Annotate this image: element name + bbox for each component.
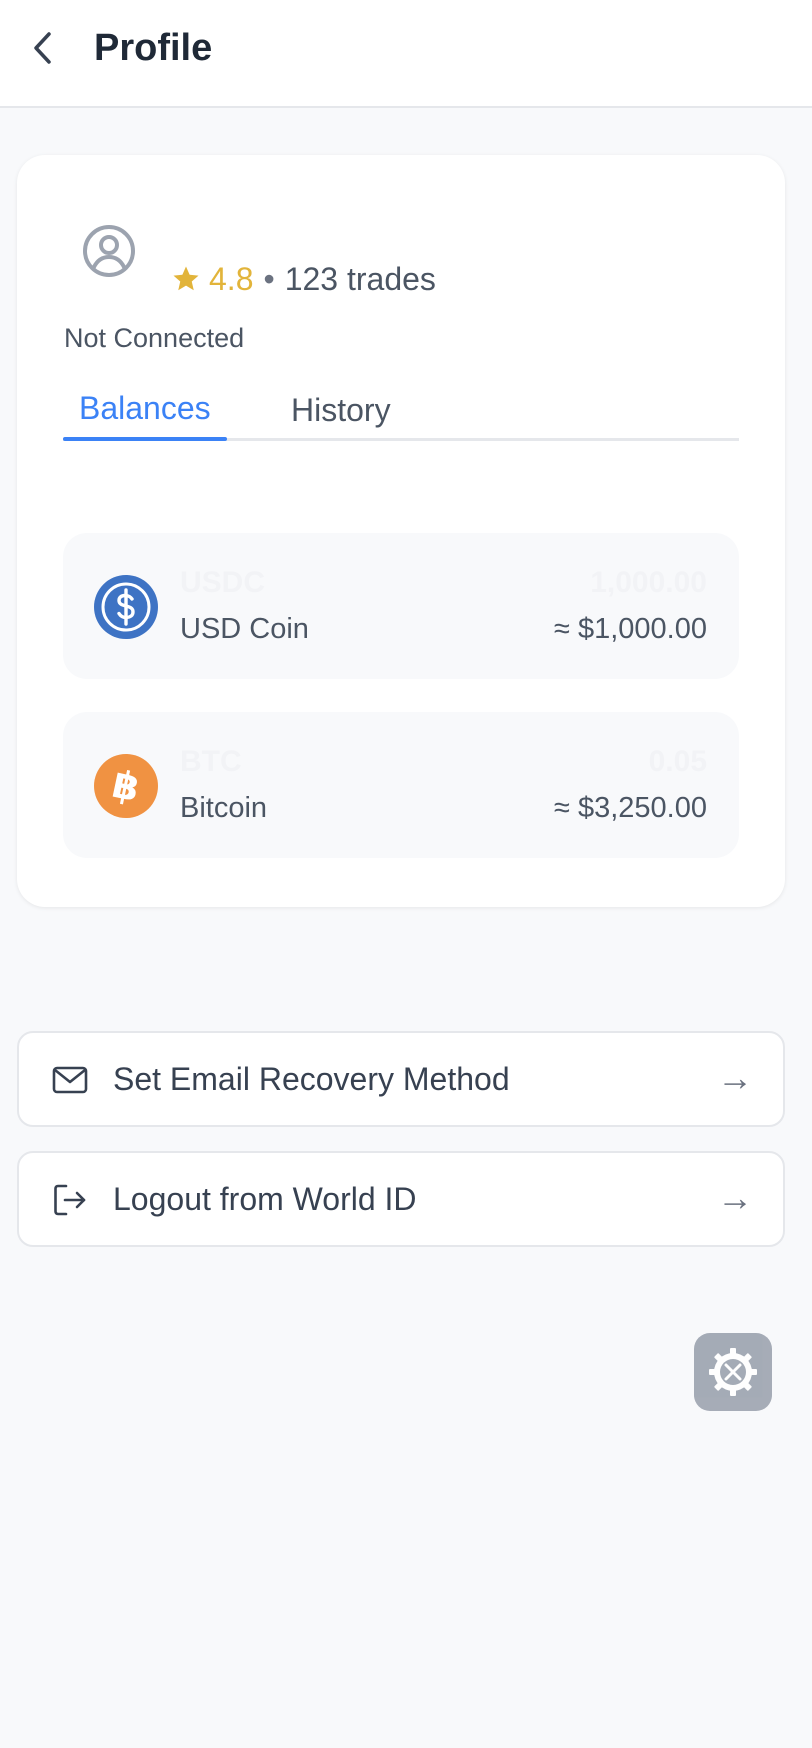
tab-history[interactable]: History: [291, 387, 391, 433]
rating-summary: 4.8 • 123 trades: [171, 259, 436, 299]
asset-fiat-value: ≈ $3,250.00: [554, 792, 707, 824]
bitcoin-icon: ฿: [94, 754, 158, 818]
asset-symbol: BTC: [180, 745, 242, 778]
user-circle-icon: [83, 225, 135, 277]
chevron-left-icon: [34, 32, 51, 64]
dev-tools-button[interactable]: [694, 1333, 772, 1411]
email-recovery-button[interactable]: Set Email Recovery Method →: [17, 1031, 785, 1127]
usdc-icon: [94, 575, 158, 639]
profile-card: 4.8 • 123 trades Not Connected Balances …: [17, 155, 785, 907]
app-header: Profile: [0, 0, 812, 108]
connection-status: Not Connected: [64, 323, 245, 353]
back-button[interactable]: [24, 28, 60, 68]
rating-separator: •: [263, 261, 275, 297]
logout-button[interactable]: Logout from World ID →: [17, 1151, 785, 1247]
balance-item-usdc[interactable]: USDC USD Coin 1,000.00 ≈ $1,000.00: [63, 533, 739, 679]
star-icon: [173, 266, 199, 291]
tab-history-label: History: [291, 392, 391, 428]
asset-name: Bitcoin: [180, 792, 268, 824]
page-title: Profile: [94, 27, 213, 69]
balance-item-btc[interactable]: ฿ BTC Bitcoin 0.05 ≈ $3,250.00: [63, 712, 739, 858]
asset-amount: 1,000.00: [590, 566, 707, 599]
asset-amount: 0.05: [648, 745, 707, 778]
logout-label: Logout from World ID: [113, 1181, 417, 1217]
arrow-right-icon: →: [717, 1057, 753, 1098]
mail-icon: [52, 1066, 88, 1094]
asset-fiat-value: ≈ $1,000.00: [554, 613, 707, 645]
arrow-right-icon: →: [717, 1177, 753, 1218]
tab-balances[interactable]: Balances: [79, 385, 211, 431]
asset-symbol: USDC: [180, 566, 266, 599]
tools-gear-icon: [709, 1348, 757, 1396]
asset-name: USD Coin: [180, 613, 309, 645]
logout-icon: [54, 1184, 86, 1216]
tab-bar: Balances History: [63, 385, 739, 441]
tab-balances-label: Balances: [79, 390, 211, 426]
active-tab-indicator: [63, 437, 227, 441]
trade-count: 123 trades: [284, 261, 436, 297]
rating-value: 4.8: [209, 261, 254, 297]
email-recovery-label: Set Email Recovery Method: [113, 1061, 510, 1097]
